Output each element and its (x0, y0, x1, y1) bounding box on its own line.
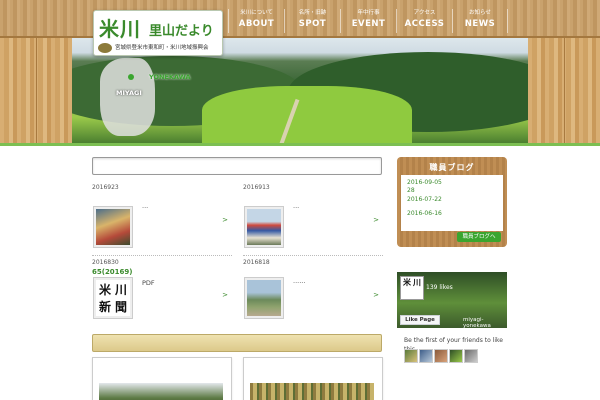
blog-entry[interactable]: 2016-09-05 (407, 179, 442, 186)
avatar[interactable] (404, 349, 418, 363)
post-thumbnail[interactable] (244, 277, 284, 319)
post-more-arrow[interactable]: > (373, 216, 379, 224)
newspaper-logo-char: 米 (99, 283, 112, 297)
facebook-likes-count: 139 likes (426, 284, 453, 291)
post-divider (243, 255, 383, 256)
avatar[interactable] (419, 349, 433, 363)
site-logo[interactable]: 米川 里山だより 宮城県登米市東和町・米川地域振興会 (93, 10, 223, 56)
post-image (96, 209, 130, 245)
map-label-miyagi: MIYAGI (116, 89, 142, 97)
header-divider (0, 143, 600, 146)
avatar[interactable] (434, 349, 448, 363)
wood-panel-left (0, 38, 72, 143)
post-date: 2016913 (243, 184, 270, 191)
logo-organization: 宮城県登米市東和町・米川地域振興会 (115, 45, 209, 51)
newspaper-logo-char: 米 (403, 277, 411, 287)
logo-title-sub: 里山だより (149, 24, 214, 39)
post-item[interactable]: 2016818 ...... > (243, 259, 383, 327)
nav-item-jp: 年中行事 (357, 10, 380, 16)
post-thumbnail[interactable] (93, 206, 133, 248)
post-thumbnail[interactable] (244, 206, 284, 248)
location-dot-icon (128, 74, 134, 80)
post-excerpt: PDF (142, 279, 155, 287)
post-item[interactable]: 2016913 ... > (243, 184, 383, 256)
bird-icon (98, 43, 112, 53)
post-item[interactable]: 2016830 65(20169) 米 川 新 聞 PDF > (92, 259, 232, 327)
map-label-yonekawa: YONEKAWA (149, 73, 191, 81)
nav-item-access[interactable]: アクセス ACCESS (396, 9, 452, 33)
post-title[interactable]: 65(20169) (92, 268, 133, 276)
post-date: 2016818 (243, 259, 270, 266)
logo-title-main: 米川 (99, 17, 141, 41)
nav-item-jp: 名所・旧跡 (298, 10, 327, 16)
post-thumbnail[interactable]: 米 川 新 聞 (93, 277, 133, 319)
hero-valley (202, 86, 412, 143)
nav-item-about[interactable]: 米川について ABOUT (228, 9, 284, 33)
post-excerpt: ...... (293, 277, 306, 285)
nav-item-news[interactable]: お知らせ NEWS (452, 9, 508, 33)
post-more-arrow[interactable]: > (222, 216, 228, 224)
wood-panel-right (528, 38, 600, 143)
main-nav: 米川について ABOUT 名所・旧跡 SPOT 年中行事 EVENT アクセス … (228, 9, 508, 33)
post-more-arrow[interactable]: > (373, 291, 379, 299)
search-input[interactable] (92, 157, 382, 175)
post-date: 2016923 (92, 184, 119, 191)
avatar[interactable] (449, 349, 463, 363)
post-image (247, 209, 281, 245)
nav-item-en: ABOUT (238, 19, 275, 29)
nav-item-spot[interactable]: 名所・旧跡 SPOT (284, 9, 340, 33)
post-divider (92, 255, 232, 256)
facebook-page-avatar[interactable]: 米 川 (400, 276, 424, 300)
facebook-page-name[interactable]: miyagi-yonekawa (463, 317, 507, 328)
nav-item-jp: 米川について (240, 10, 273, 16)
feature-card[interactable] (92, 357, 232, 400)
newspaper-logo-image: 米 川 新 聞 (96, 280, 130, 316)
post-excerpt: ... (142, 202, 149, 210)
post-more-arrow[interactable]: > (222, 291, 228, 299)
staff-blog-button[interactable]: 職員ブログへ (457, 232, 501, 242)
blog-entry[interactable]: 2016-07-22 (407, 196, 442, 203)
avatar[interactable] (464, 349, 478, 363)
feature-card-image (99, 383, 223, 400)
section-banner (92, 334, 382, 352)
nav-item-jp: アクセス (413, 10, 436, 16)
blog-entry[interactable]: 2016-06-16 (407, 210, 442, 217)
staff-blog-widget: 職員ブログ 2016-09-05 28 2016-07-22 2016-06-1… (397, 157, 507, 247)
blog-entry[interactable]: 28 (407, 187, 415, 194)
miyagi-map-icon (100, 58, 155, 136)
nav-item-en: NEWS (464, 19, 496, 29)
nav-item-en: ACCESS (404, 19, 445, 29)
post-date: 2016830 (92, 259, 119, 266)
newspaper-logo-char: 聞 (115, 300, 128, 314)
facebook-like-button[interactable]: Like Page (400, 315, 440, 325)
newspaper-logo-char: 川 (413, 277, 421, 287)
staff-blog-heading: 職員ブログ (429, 163, 475, 172)
post-excerpt: ... (293, 202, 300, 210)
staff-blog-list: 2016-09-05 28 2016-07-22 2016-06-16 (401, 175, 503, 231)
facebook-friend-avatars (404, 349, 478, 363)
nav-item-event[interactable]: 年中行事 EVENT (340, 9, 396, 33)
feature-card[interactable] (243, 357, 383, 400)
nav-item-en: SPOT (298, 19, 327, 29)
facebook-page-widget[interactable]: 米 川 139 likes Like Page miyagi-yonekawa (397, 272, 507, 328)
post-item[interactable]: 2016923 ... > (92, 184, 232, 256)
nav-item-jp: お知らせ (469, 10, 491, 16)
post-image (247, 280, 281, 316)
newspaper-logo-char: 新 (99, 300, 112, 314)
nav-item-en: EVENT (351, 19, 386, 29)
feature-card-image (250, 383, 374, 400)
newspaper-logo-char: 川 (115, 283, 128, 297)
